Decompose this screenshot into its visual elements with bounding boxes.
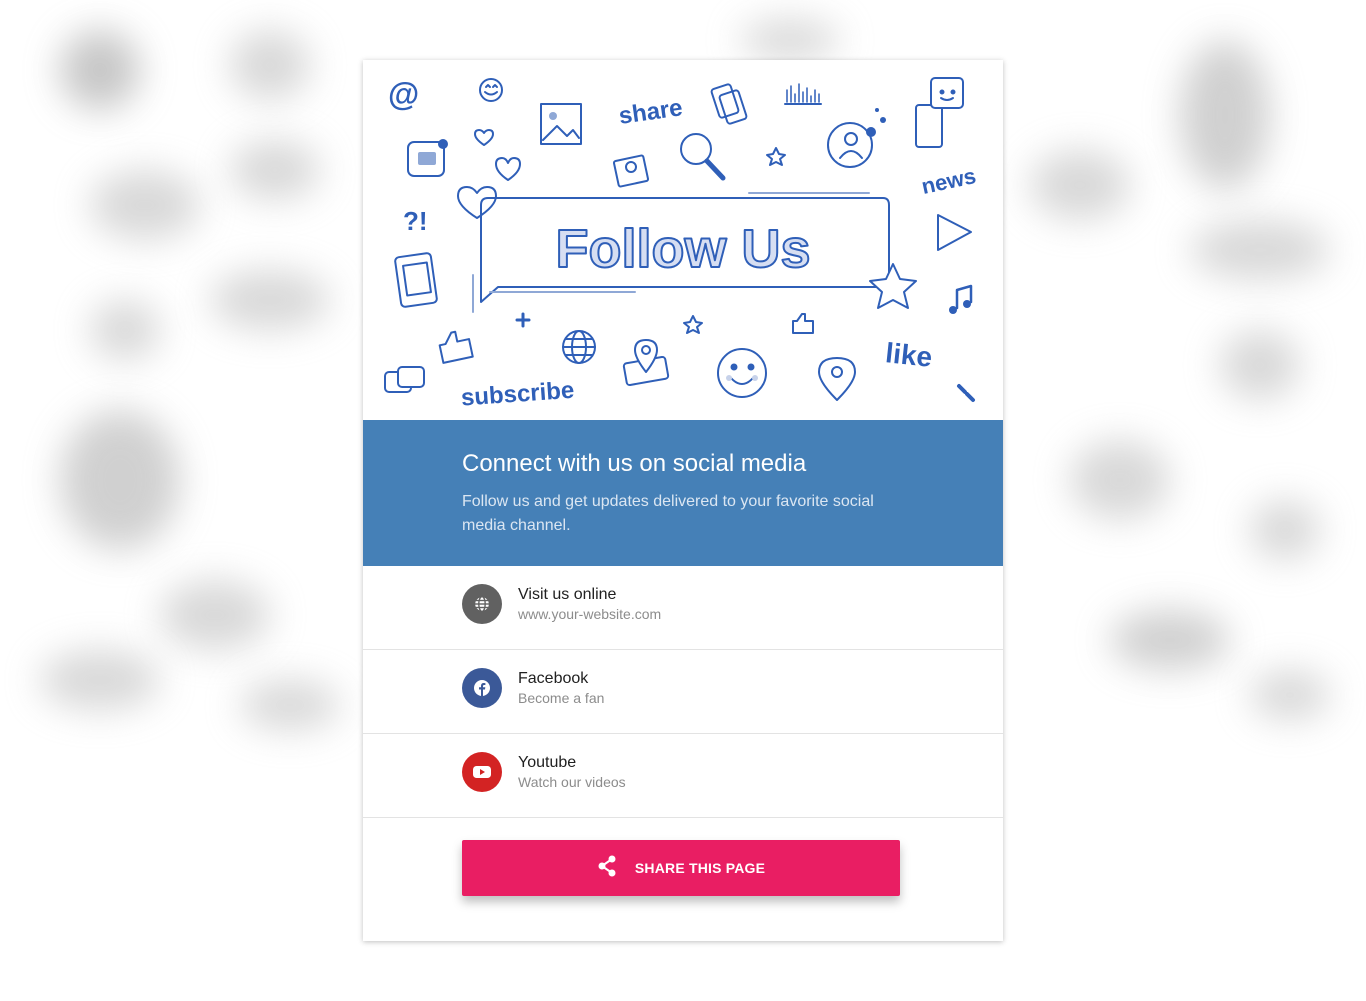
share-word: share (617, 94, 684, 130)
banner-text: Follow us and get updates delivered to y… (462, 493, 874, 534)
subscribe-word: subscribe (460, 377, 575, 412)
interrobang-word: ?! (403, 206, 428, 236)
like-word: like (884, 337, 934, 373)
link-title: Youtube (518, 754, 577, 771)
globe-icon (462, 584, 502, 624)
link-website[interactable]: Visit us online www.your-website.com (363, 566, 1003, 650)
share-icon (597, 855, 617, 882)
share-button-label: SHARE THIS PAGE (634, 860, 766, 876)
follow-us-title: Follow Us (556, 219, 811, 279)
link-subtitle: Watch our videos (518, 774, 626, 790)
link-youtube[interactable]: Youtube Watch our videos (363, 734, 1003, 818)
link-subtitle: www.your-website.com (518, 606, 662, 622)
share-page-button[interactable]: SHARE THIS PAGE (462, 840, 900, 896)
link-subtitle: Become a fan (518, 690, 605, 706)
banner-heading: Connect with us on social media (462, 450, 807, 477)
link-title: Visit us online (518, 586, 617, 603)
follow-us-illustration: @ share news ?! like subscribe Follow Us (363, 60, 1003, 420)
at-word: @ (388, 76, 419, 112)
link-facebook[interactable]: Facebook Become a fan (363, 650, 1003, 734)
facebook-icon (462, 668, 502, 708)
link-title: Facebook (518, 670, 589, 687)
connect-banner: Connect with us on social media Follow u… (363, 420, 1003, 566)
news-word: news (919, 163, 978, 199)
doodle-illustration: @ share news ?! like subscribe Follow Us (384, 76, 978, 412)
follow-us-card: @ share news ?! like subscribe Follow Us… (363, 60, 1003, 941)
youtube-icon (462, 752, 502, 792)
